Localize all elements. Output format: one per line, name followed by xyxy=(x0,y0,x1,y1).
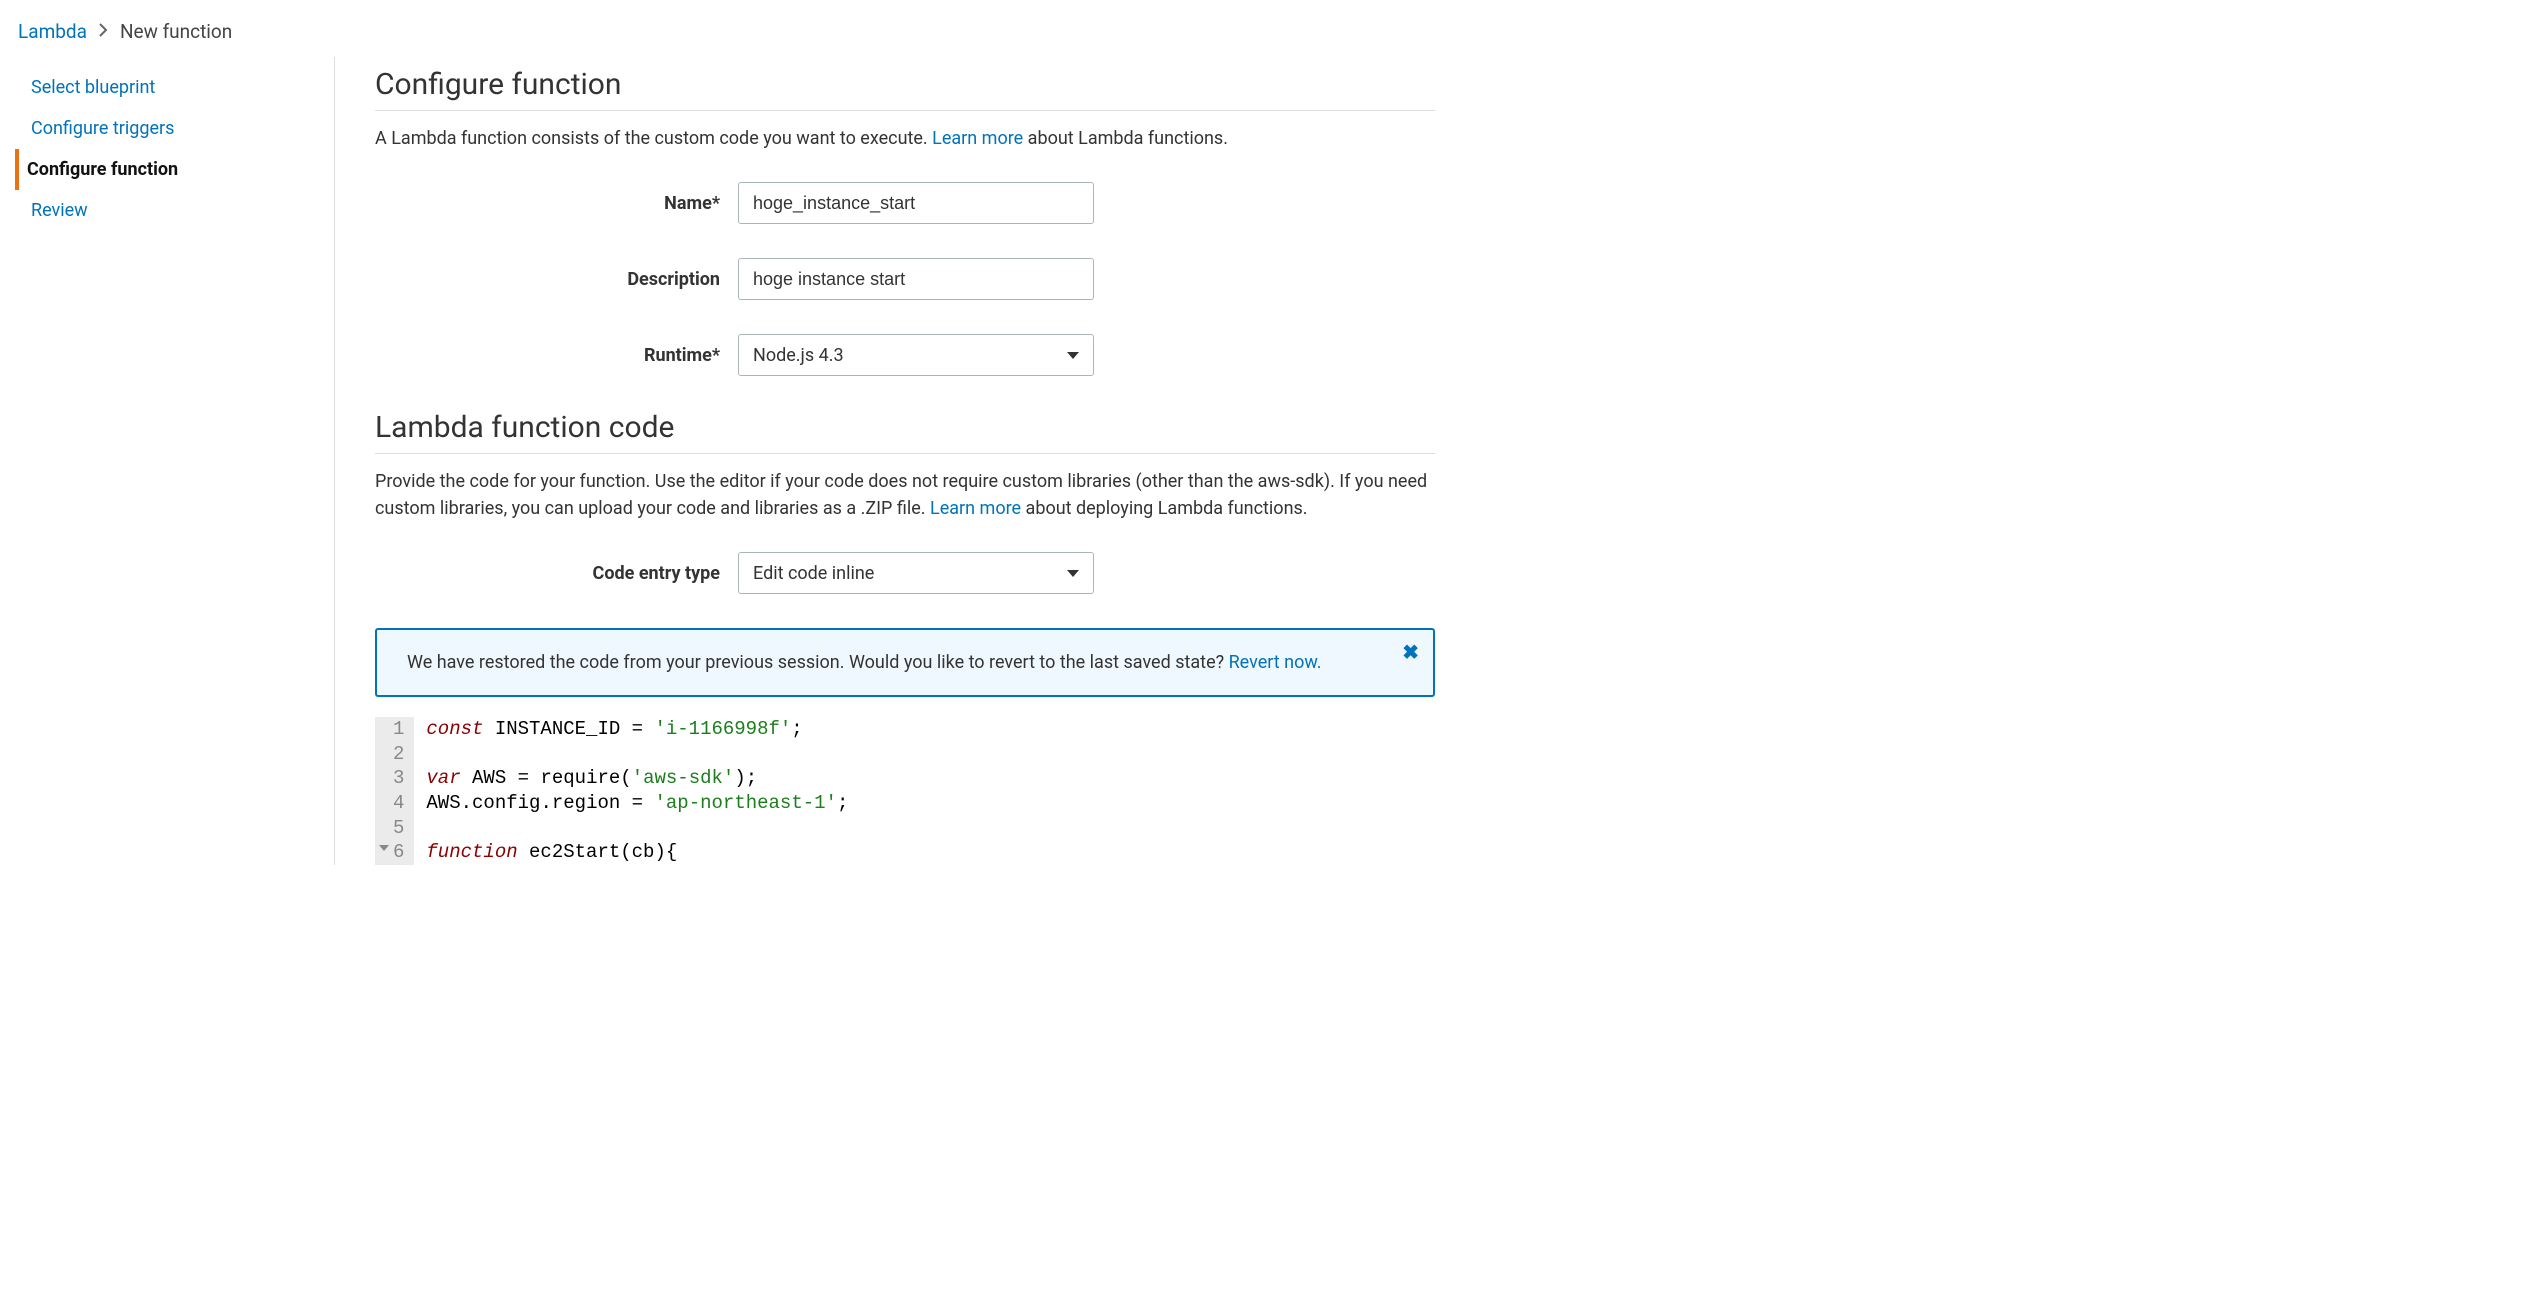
learn-more-link[interactable]: Learn more xyxy=(930,498,1021,519)
breadcrumb-current: New function xyxy=(120,20,232,43)
restore-alert: ✖ We have restored the code from your pr… xyxy=(375,628,1435,697)
code-line: function ec2Start(cb){ xyxy=(426,840,1435,865)
divider xyxy=(375,453,1435,454)
alert-text: We have restored the code from your prev… xyxy=(407,652,1229,673)
revert-now-link[interactable]: Revert now. xyxy=(1229,652,1322,673)
name-label: Name* xyxy=(375,193,738,214)
desc-text-after: about deploying Lambda functions. xyxy=(1021,498,1307,519)
code-line xyxy=(426,816,1435,841)
sidebar-item-select-blueprint[interactable]: Select blueprint xyxy=(15,67,334,108)
runtime-select[interactable]: Node.js 4.3 xyxy=(738,334,1094,376)
code-lines[interactable]: const INSTANCE_ID = 'i-1166998f'; var AW… xyxy=(414,717,1435,865)
sidebar-item-configure-triggers[interactable]: Configure triggers xyxy=(15,108,334,149)
code-section-title: Lambda function code xyxy=(375,410,1435,445)
description-label: Description xyxy=(375,269,738,290)
breadcrumb-root-link[interactable]: Lambda xyxy=(18,20,87,43)
line-number: 1 xyxy=(393,717,404,742)
desc-text-after: about Lambda functions. xyxy=(1023,128,1228,149)
code-editor[interactable]: 1 2 3 4 5 6 const INSTANCE_ID = 'i-11669… xyxy=(375,717,1435,865)
line-number: 3 xyxy=(393,766,404,791)
code-section-desc: Provide the code for your function. Use … xyxy=(375,468,1435,522)
gutter: 1 2 3 4 5 6 xyxy=(375,717,414,865)
fold-marker-icon[interactable] xyxy=(379,845,389,851)
description-input[interactable] xyxy=(738,258,1094,300)
learn-more-link[interactable]: Learn more xyxy=(932,128,1023,149)
form-row-description: Description xyxy=(375,258,1435,300)
code-line: const INSTANCE_ID = 'i-1166998f'; xyxy=(426,717,1435,742)
code-line: var AWS = require('aws-sdk'); xyxy=(426,766,1435,791)
caret-down-icon xyxy=(1067,570,1079,577)
line-number: 2 xyxy=(393,742,404,767)
wizard-sidebar: Select blueprint Configure triggers Conf… xyxy=(0,57,335,865)
code-entry-select[interactable]: Edit code inline xyxy=(738,552,1094,594)
form-row-runtime: Runtime* Node.js 4.3 xyxy=(375,334,1435,376)
configure-function-desc: A Lambda function consists of the custom… xyxy=(375,125,1435,152)
runtime-value: Node.js 4.3 xyxy=(753,345,844,366)
desc-text: A Lambda function consists of the custom… xyxy=(375,128,932,149)
close-icon[interactable]: ✖ xyxy=(1402,640,1419,664)
code-entry-value: Edit code inline xyxy=(753,563,874,584)
line-number: 6 xyxy=(393,840,404,865)
divider xyxy=(375,110,1435,111)
chevron-right-icon xyxy=(99,22,108,41)
code-entry-label: Code entry type xyxy=(375,563,738,584)
caret-down-icon xyxy=(1067,352,1079,359)
line-number: 5 xyxy=(393,816,404,841)
sidebar-item-review[interactable]: Review xyxy=(15,190,334,231)
form-row-code-entry: Code entry type Edit code inline xyxy=(375,552,1435,594)
main-content: Configure function A Lambda function con… xyxy=(335,57,1465,865)
configure-function-title: Configure function xyxy=(375,67,1435,102)
breadcrumb: Lambda New function xyxy=(0,0,2526,57)
code-line: AWS.config.region = 'ap-northeast-1'; xyxy=(426,791,1435,816)
code-line xyxy=(426,742,1435,767)
sidebar-item-configure-function[interactable]: Configure function xyxy=(15,149,334,190)
name-input[interactable] xyxy=(738,182,1094,224)
runtime-label: Runtime* xyxy=(375,345,738,366)
line-number: 4 xyxy=(393,791,404,816)
form-row-name: Name* xyxy=(375,182,1435,224)
